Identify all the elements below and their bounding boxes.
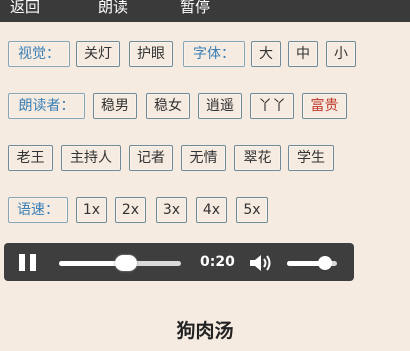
font-size-label: 字体： bbox=[183, 41, 245, 67]
reader-yaya-button[interactable]: 丫丫 bbox=[250, 93, 294, 119]
read-aloud-button[interactable]: 朗读 bbox=[98, 0, 128, 22]
eye-care-button[interactable]: 护眼 bbox=[129, 41, 173, 67]
pause-icon[interactable] bbox=[19, 254, 37, 271]
visual-label: 视觉： bbox=[8, 41, 70, 67]
font-large-button[interactable]: 大 bbox=[251, 41, 281, 67]
speed-1x-button[interactable]: 1x bbox=[76, 197, 107, 223]
reader-laowang-button[interactable]: 老王 bbox=[8, 145, 53, 171]
article-title: 狗肉汤 bbox=[176, 320, 234, 342]
reader-wennan-button[interactable]: 稳男 bbox=[93, 93, 137, 119]
volume-handle[interactable] bbox=[317, 256, 332, 270]
reader-wuqing-button[interactable]: 无情 bbox=[181, 145, 226, 171]
font-small-button[interactable]: 小 bbox=[326, 41, 356, 67]
seek-handle[interactable] bbox=[115, 255, 138, 271]
audio-player: 0:20 bbox=[4, 243, 354, 281]
speed-5x-button[interactable]: 5x bbox=[236, 197, 268, 223]
speed-label: 语速： bbox=[8, 197, 68, 223]
reader-host-button[interactable]: 主持人 bbox=[61, 145, 121, 171]
font-medium-button[interactable]: 中 bbox=[288, 41, 318, 67]
lights-off-button[interactable]: 关灯 bbox=[76, 41, 120, 67]
reader-reporter-button[interactable]: 记者 bbox=[129, 145, 173, 171]
reader-fugui-button[interactable]: 富贵 bbox=[302, 93, 347, 119]
reader-wennv-button[interactable]: 稳女 bbox=[146, 93, 190, 119]
speed-2x-button[interactable]: 2x bbox=[115, 197, 146, 223]
reader-student-button[interactable]: 学生 bbox=[288, 145, 334, 171]
volume-icon[interactable] bbox=[248, 253, 274, 273]
speed-4x-button[interactable]: 4x bbox=[196, 197, 227, 223]
back-button[interactable]: 返回 bbox=[10, 0, 40, 22]
reader-label: 朗读者： bbox=[8, 93, 85, 119]
top-nav-bar: 返回 朗读 暂停 bbox=[0, 0, 410, 22]
pause-button-top[interactable]: 暂停 bbox=[180, 0, 210, 22]
current-time: 0:20 bbox=[200, 254, 235, 270]
speed-3x-button[interactable]: 3x bbox=[156, 197, 187, 223]
reader-cuihua-button[interactable]: 翠花 bbox=[234, 145, 281, 171]
reader-xiaoyao-button[interactable]: 逍遥 bbox=[198, 93, 242, 119]
